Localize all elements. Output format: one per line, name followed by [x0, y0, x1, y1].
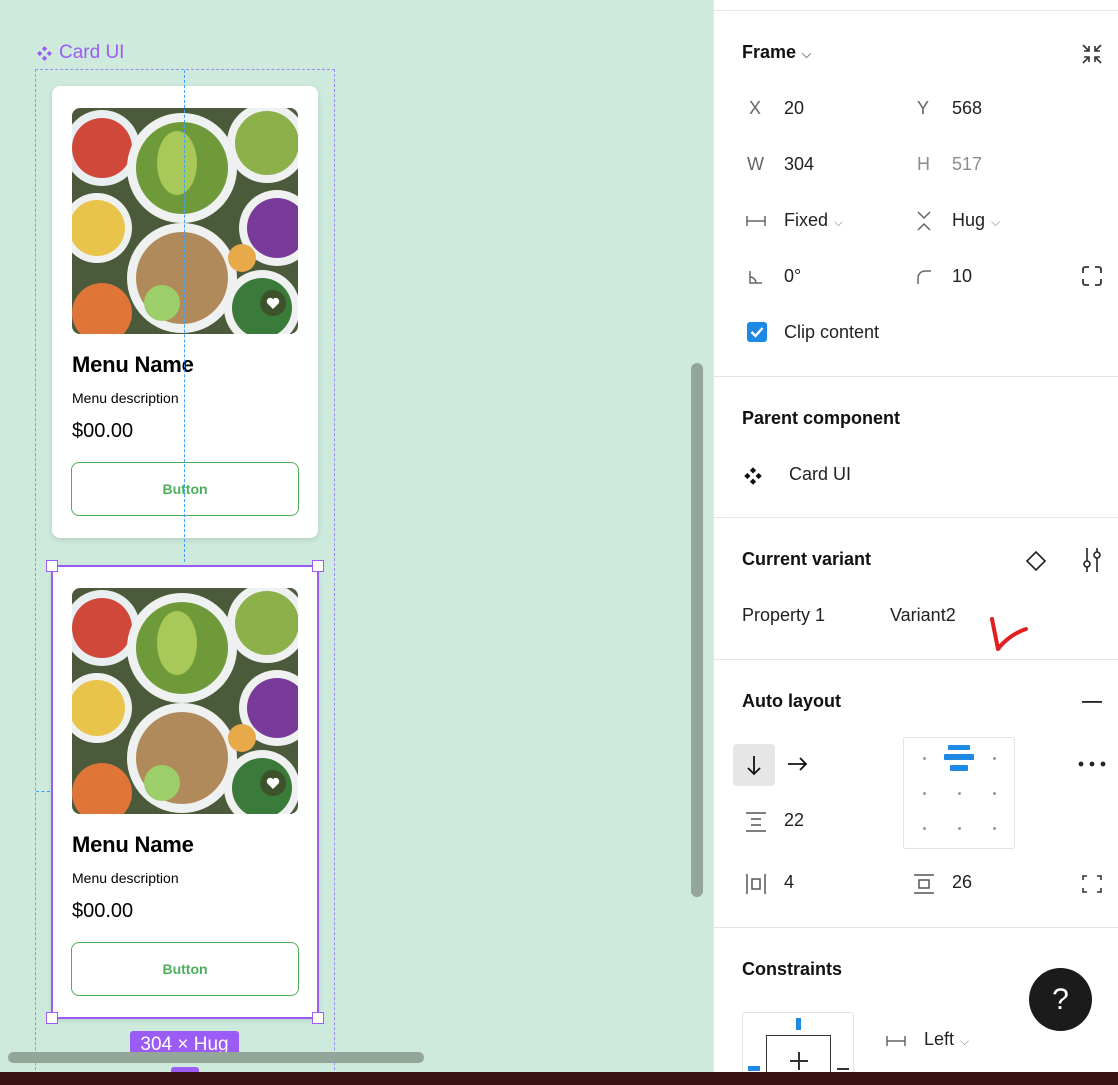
component-icon: [742, 465, 764, 487]
divider: [714, 10, 1118, 11]
resize-handle-top-left[interactable]: [46, 560, 58, 572]
h-input[interactable]: 517: [952, 154, 982, 175]
divider: [713, 517, 1118, 518]
resize-handle-bottom-right[interactable]: [312, 1012, 324, 1024]
alignment-guide-vertical: [184, 70, 185, 562]
align-dot[interactable]: [923, 757, 926, 760]
card-price: $00.00: [72, 420, 134, 442]
card-title: Menu Name: [72, 352, 194, 377]
horizontal-constraint-dropdown[interactable]: Left ⌵: [924, 1029, 969, 1050]
direction-vertical-button[interactable]: [733, 744, 775, 786]
chevron-down-icon: ⌵: [834, 215, 844, 229]
constraints-title: Constraints: [742, 959, 843, 979]
selection-outline: [51, 565, 319, 1019]
divider: [713, 376, 1118, 377]
help-button[interactable]: ?: [1029, 968, 1092, 1031]
align-dot[interactable]: [923, 792, 926, 795]
frame-title-text: Frame: [742, 42, 797, 62]
vertical-resize-icon: [913, 210, 935, 232]
resize-handle-bottom-left[interactable]: [46, 1012, 58, 1024]
divider: [713, 659, 1118, 660]
width-mode-value: Fixed: [784, 210, 829, 230]
vertical-padding-icon: [912, 872, 936, 896]
alignment-guide-horizontal: [36, 791, 50, 792]
frame-section-title[interactable]: Frame ⌵: [742, 42, 811, 63]
collapse-icon[interactable]: [1078, 40, 1106, 68]
constraint-cross: [798, 1052, 800, 1070]
chevron-down-icon: ⌵: [991, 215, 1001, 229]
chevron-down-icon: ⌵: [802, 47, 812, 61]
card-description: Menu description: [72, 390, 179, 406]
chevron-down-icon: ⌵: [960, 1034, 970, 1048]
component-label[interactable]: Card UI: [36, 42, 124, 64]
align-dot[interactable]: [958, 792, 961, 795]
h-label: H: [917, 154, 930, 174]
align-dot[interactable]: [993, 757, 996, 760]
x-label: X: [749, 98, 762, 118]
y-input[interactable]: 568: [952, 98, 982, 119]
horizontal-padding-icon: [744, 872, 768, 896]
constraint-top-bar[interactable]: [796, 1018, 801, 1030]
variant-value-dropdown[interactable]: Variant2: [890, 605, 956, 626]
card-variant-1[interactable]: Menu Name Menu description $00.00 Button: [52, 86, 318, 538]
rotation-input[interactable]: 0°: [784, 266, 801, 287]
corner-radius-input[interactable]: 10: [952, 266, 972, 287]
horizontal-constraint-icon: [884, 1032, 908, 1050]
properties-panel: [713, 0, 1118, 1085]
divider: [713, 927, 1118, 928]
align-dot[interactable]: [993, 792, 996, 795]
constraint-left-bar[interactable]: [748, 1066, 760, 1071]
align-bar: [944, 754, 974, 760]
clip-content-checkbox[interactable]: [747, 322, 767, 342]
align-dot[interactable]: [993, 827, 996, 830]
component-label-text: Card UI: [59, 42, 125, 63]
rotation-icon: [746, 268, 766, 286]
y-label: Y: [917, 98, 930, 118]
diamond-icon[interactable]: [1024, 549, 1048, 573]
variant-settings-icon[interactable]: [1079, 546, 1105, 574]
horizontal-scrollbar[interactable]: [8, 1052, 424, 1063]
favorite-heart-icon[interactable]: [260, 290, 286, 316]
resize-handle-top-right[interactable]: [312, 560, 324, 572]
more-options-icon[interactable]: [1076, 754, 1108, 774]
red-check-mark-annotation: [985, 612, 1031, 656]
horizontal-constraint-value: Left: [924, 1029, 955, 1049]
height-mode-value: Hug: [952, 210, 986, 230]
horizontal-resize-icon: [745, 212, 767, 230]
parent-component-link[interactable]: Card UI: [789, 464, 851, 485]
auto-layout-title: Auto layout: [742, 691, 841, 711]
w-label: W: [747, 154, 764, 174]
alignment-grid[interactable]: [903, 737, 1015, 849]
corner-radius-icon: [914, 268, 934, 286]
component-icon: [37, 45, 52, 61]
variant-property-label: Property 1: [742, 605, 826, 625]
height-mode-dropdown[interactable]: Hug ⌵: [952, 210, 1000, 231]
spacing-between-icon: [744, 810, 768, 834]
w-input[interactable]: 304: [784, 154, 814, 175]
independent-corners-icon[interactable]: [1080, 264, 1104, 288]
constraint-right-bar[interactable]: [837, 1068, 849, 1070]
design-canvas[interactable]: Card UI Menu Name Menu description $00.0…: [0, 0, 713, 1085]
individual-padding-icon[interactable]: [1080, 872, 1104, 896]
food-image: [72, 108, 298, 334]
vertical-padding-input[interactable]: 26: [952, 872, 972, 893]
align-bar: [948, 745, 970, 750]
width-mode-dropdown[interactable]: Fixed ⌵: [784, 210, 843, 231]
align-dot[interactable]: [958, 827, 961, 830]
clip-content-label[interactable]: Clip content: [784, 322, 879, 343]
parent-component-title: Parent component: [742, 408, 901, 428]
vertical-scrollbar[interactable]: [691, 363, 703, 897]
x-input[interactable]: 20: [784, 98, 804, 119]
current-variant-title: Current variant: [742, 549, 872, 569]
direction-horizontal-button[interactable]: [785, 752, 809, 776]
card-button[interactable]: Button: [71, 462, 299, 516]
taskbar-strip: [0, 1072, 1118, 1085]
horizontal-padding-input[interactable]: 4: [784, 872, 794, 893]
remove-auto-layout-icon[interactable]: [1080, 692, 1104, 712]
align-dot[interactable]: [923, 827, 926, 830]
spacing-between-input[interactable]: 22: [784, 810, 804, 831]
align-bar: [950, 765, 968, 771]
